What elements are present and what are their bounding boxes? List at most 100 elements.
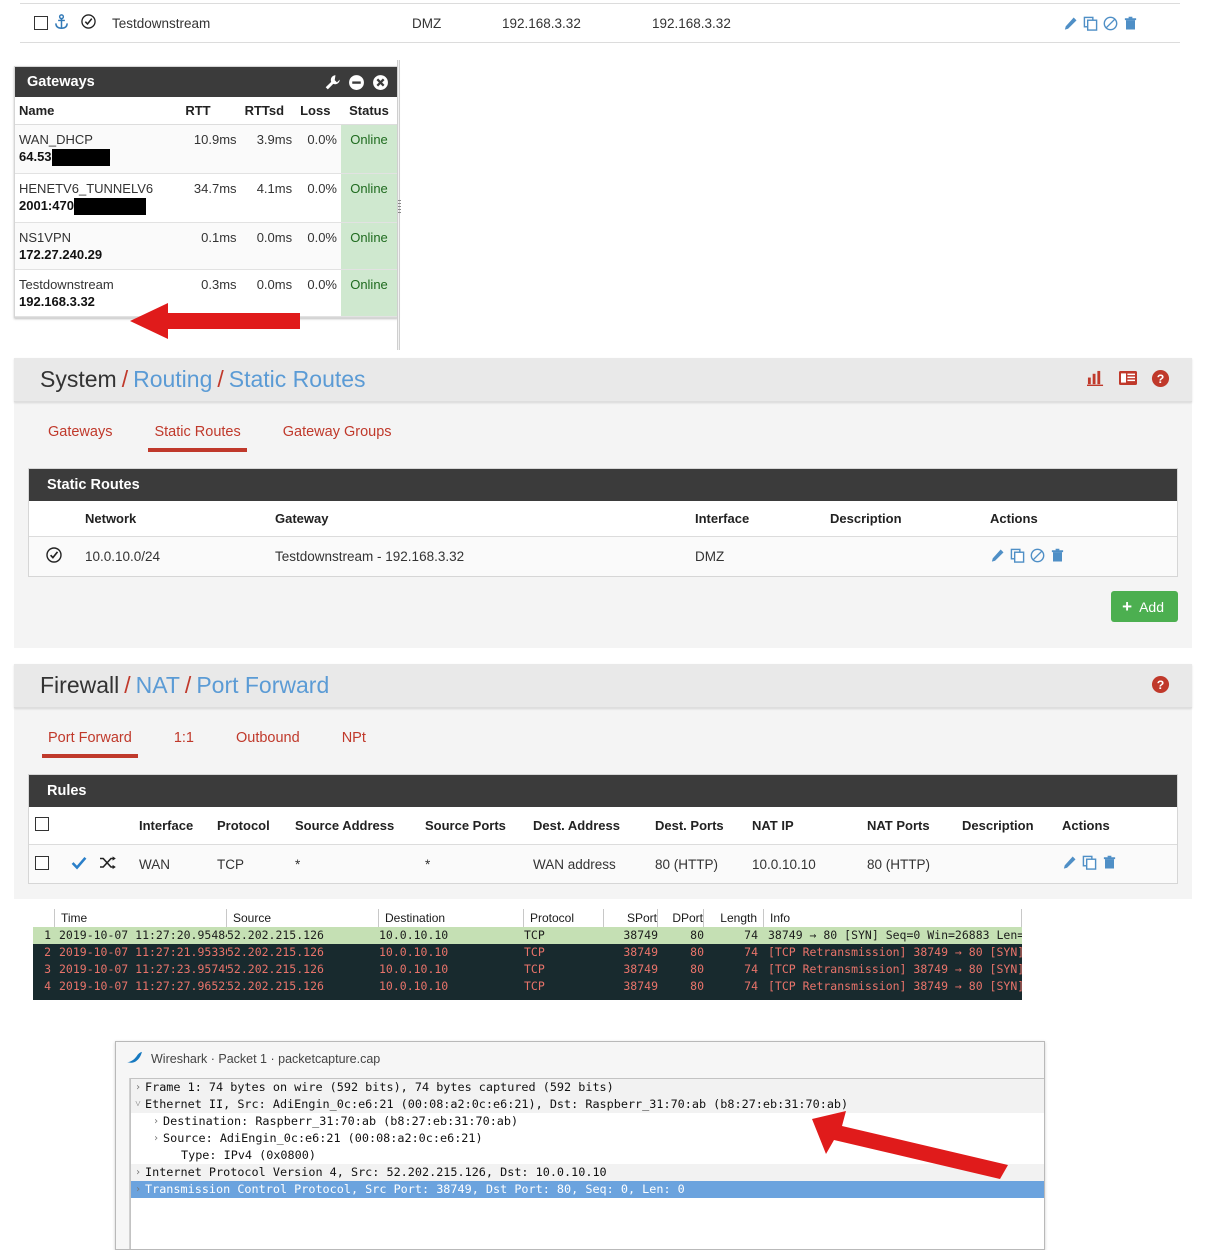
packet-info: 38749 → 80 [SYN] Seq=0 Win=26883 Len=0	[768, 928, 1022, 942]
table-row[interactable]: WAN TCP * * WAN address 80 (HTTP) 10.0.10.10 80…	[29, 844, 1177, 883]
row-select-checkbox[interactable]	[34, 16, 48, 30]
gateway-row[interactable]: WAN_DHCP 64.53 10.9ms 3.9ms 0.0% Online	[15, 124, 397, 175]
packet-row[interactable]: 3 2019-10-07 11:27:23.957499 52.202.215.12…	[33, 961, 1022, 978]
twisty-icon[interactable]: ›	[131, 1079, 145, 1096]
tab-npt[interactable]: NPt	[336, 730, 372, 758]
detail-tree-row[interactable]: › Frame 1: 74 bytes on wire (592 bits), 7…	[131, 1079, 1044, 1096]
help-icon[interactable]: ?	[1151, 675, 1170, 697]
packet-dport: 80	[690, 928, 704, 942]
rule-state-cell	[65, 844, 93, 883]
gateway-ip-text: 64.53	[19, 149, 177, 167]
packet-sport: 38749	[623, 928, 658, 942]
edit-icon[interactable]	[1062, 855, 1077, 873]
help-icon[interactable]: ?	[1151, 369, 1170, 391]
delete-icon[interactable]	[1102, 855, 1117, 873]
packet-row[interactable]: 2 2019-10-07 11:27:21.953364 52.202.215.12…	[33, 944, 1022, 961]
gateway-row-strip: Testdownstream DMZ 192.168.3.32 192.168.…	[0, 0, 1206, 48]
gateway-rtt: 10.9ms	[181, 124, 241, 175]
rule-select-cell[interactable]	[29, 844, 65, 883]
gateways-widget-title: Gateways	[27, 74, 95, 90]
gateway-row[interactable]: NS1VPN 172.27.240.29 0.1ms 0.0ms 0.0% Online	[15, 222, 397, 271]
detail-tree-row[interactable]: ˅ Ethernet II, Src: AdiEngin_0c:e6:21 (00…	[131, 1096, 1044, 1113]
disable-icon[interactable]	[1103, 16, 1118, 31]
rule-nat-ports: 80 (HTTP)	[861, 844, 956, 883]
route-status-cell	[29, 536, 79, 576]
packet-destination: 10.0.10.10	[379, 962, 449, 976]
detail-tree-row[interactable]: › Transmission Control Protocol, Src Port…	[131, 1181, 1044, 1198]
breadcrumb-leaf[interactable]: Static Routes	[229, 366, 366, 392]
status-chart-icon[interactable]	[1086, 370, 1105, 390]
packet-list[interactable]: Time Source Destination Protocol SPort D…	[33, 909, 1022, 1000]
packet-row[interactable]: 1 2019-10-07 11:27:20.954843 52.202.215.12…	[33, 927, 1022, 944]
rules-header: Interface Protocol Source Address Source…	[29, 807, 1177, 845]
packet-row[interactable]: 4 2019-10-07 11:27:27.965235 52.202.215.12…	[33, 978, 1022, 995]
tab-1-1[interactable]: 1:1	[168, 730, 200, 758]
packet-sport: 38749	[623, 979, 658, 993]
twisty-icon[interactable]: ›	[131, 1181, 145, 1198]
breadcrumb-bar-nat: Firewall / NAT / Port Forward ?	[14, 664, 1192, 708]
breadcrumb-mid[interactable]: Routing	[133, 366, 212, 392]
route-actions	[984, 536, 1177, 576]
tab-gateways[interactable]: Gateways	[42, 424, 118, 452]
add-button[interactable]: + Add	[1111, 591, 1178, 622]
edit-icon[interactable]	[990, 548, 1005, 566]
edit-icon[interactable]	[1063, 16, 1078, 31]
packet-destination: 10.0.10.10	[379, 928, 449, 942]
breadcrumb-leaf-nat[interactable]: Port Forward	[196, 672, 329, 698]
packet-time: 2019-10-07 11:27:21.953364	[59, 945, 227, 959]
status-check-icon	[81, 13, 96, 33]
twisty-icon[interactable]: ›	[131, 1164, 145, 1181]
packet-no: 3	[44, 962, 51, 976]
detail-tree-row[interactable]: › Internet Protocol Version 4, Src: 52.20…	[131, 1164, 1044, 1181]
detail-tree-row[interactable]: › Source: AdiEngin_0c:e6:21 (00:08:a2:0c:…	[131, 1130, 1044, 1147]
table-row[interactable]: 10.0.10.0/24 Testdownstream - 192.168.3.3…	[29, 536, 1177, 576]
tab-port-forward[interactable]: Port Forward	[42, 730, 138, 758]
packet-source: 52.202.215.126	[227, 962, 324, 976]
wrench-icon[interactable]	[324, 74, 341, 91]
gateway-name-text: Testdownstream	[19, 277, 114, 293]
copy-icon[interactable]	[1083, 16, 1098, 31]
copy-icon[interactable]	[1010, 548, 1025, 566]
twisty-icon[interactable]: ›	[149, 1113, 163, 1130]
tab-outbound[interactable]: Outbound	[230, 730, 306, 758]
wireshark-packet-detail-window: Wireshark · Packet 1 · packetcapture.cap…	[115, 1041, 1045, 1250]
close-icon[interactable]	[372, 74, 389, 91]
row-select-checkbox[interactable]	[35, 855, 49, 870]
scrollbar-grip[interactable]	[398, 200, 401, 214]
gateway-row[interactable]: HENETV6_TUNNELV6 2001:470 34.7ms 4.1ms 0.0% O…	[15, 173, 397, 224]
col-protocol: Protocol	[524, 909, 604, 927]
tabs-nat: Port Forward 1:1 Outbound NPt	[14, 708, 1192, 758]
twisty-icon[interactable]: ›	[149, 1130, 163, 1147]
table-row[interactable]: Testdownstream DMZ 192.168.3.32 192.168.…	[20, 4, 1180, 42]
minimize-icon[interactable]	[348, 74, 365, 91]
packet-destination: 10.0.10.10	[379, 979, 449, 993]
breadcrumb: System / Routing / Static Routes	[40, 366, 366, 393]
detail-tree-row[interactable]: › Destination: Raspberr_31:70:ab (b8:27:e…	[131, 1113, 1044, 1130]
shuffle-icon	[99, 855, 116, 873]
log-icon[interactable]	[1118, 370, 1138, 389]
packet-protocol: TCP	[524, 928, 545, 942]
tab-gateway-groups[interactable]: Gateway Groups	[277, 424, 398, 452]
svg-text:?: ?	[1157, 371, 1165, 385]
select-all-checkbox[interactable]	[35, 817, 49, 831]
delete-icon[interactable]	[1050, 548, 1065, 566]
copy-icon[interactable]	[1082, 855, 1097, 873]
tab-static-routes[interactable]: Static Routes	[148, 424, 247, 452]
gateway-rttsd: 3.9ms	[240, 124, 297, 175]
gateway-row[interactable]: Testdownstream 192.168.3.32 0.3ms 0.0ms 0.0%…	[15, 269, 397, 318]
breadcrumb-mid-nat[interactable]: NAT	[136, 672, 180, 698]
rule-dest-ports: 80 (HTTP)	[649, 844, 746, 883]
gateway-loss: 0.0%	[296, 222, 341, 271]
detail-tree-row[interactable]: Type: IPv4 (0x0800)	[131, 1147, 1044, 1164]
twisty-icon[interactable]: ˅	[131, 1096, 145, 1113]
delete-icon[interactable]	[1123, 16, 1138, 31]
static-routes-panel: System / Routing / Static Routes ? Gateways S…	[14, 358, 1192, 648]
wireshark-detail-scrollbar[interactable]	[116, 1078, 130, 1249]
widget-scrollbar[interactable]	[397, 60, 401, 350]
disable-icon[interactable]	[1030, 548, 1045, 566]
wireshark-detail-tree[interactable]: › Frame 1: 74 bytes on wire (592 bits), 7…	[130, 1078, 1044, 1249]
gateway-table-row-outer: Testdownstream DMZ 192.168.3.32 192.168.…	[20, 3, 1180, 43]
col-rtt: RTT	[181, 97, 241, 125]
rule-description	[956, 844, 1056, 883]
packet-dport: 80	[690, 962, 704, 976]
